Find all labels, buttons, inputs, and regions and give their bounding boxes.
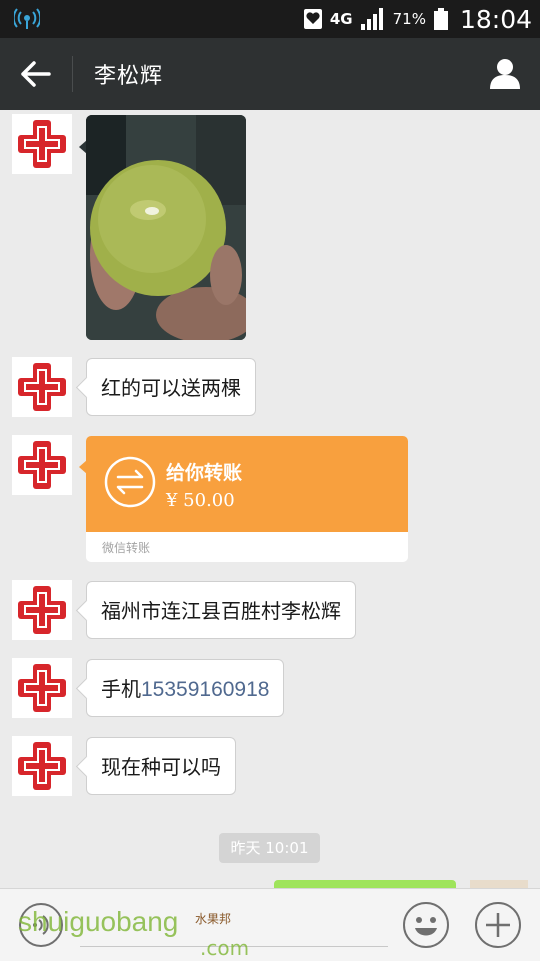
transfer-message[interactable]: 给你转账 ¥ 50.00 微信转账 xyxy=(86,436,408,562)
red-cross-icon xyxy=(12,435,72,495)
watermark-cn: 水果邦 xyxy=(195,912,232,926)
clock: 18:04 xyxy=(459,4,532,34)
red-cross-icon xyxy=(12,357,72,417)
red-cross-icon xyxy=(12,658,72,718)
transfer-arrows-icon xyxy=(104,456,156,508)
fruit-photo xyxy=(86,115,246,340)
back-arrow-icon[interactable] xyxy=(18,58,54,90)
message-text: 福州市连江县百胜村李松辉 xyxy=(101,599,341,623)
network-type: 4G xyxy=(329,9,353,28)
battery-icon xyxy=(433,8,448,30)
phone-number-link[interactable]: 15359160918 xyxy=(141,678,269,701)
person-icon[interactable] xyxy=(488,56,522,90)
contact-avatar[interactable] xyxy=(12,580,72,640)
emoji-icon[interactable] xyxy=(402,901,450,949)
transfer-source-label: 微信转账 xyxy=(102,541,151,555)
message-text: 红的可以送两棵 xyxy=(101,376,241,400)
chat-header: 李松辉 xyxy=(0,38,540,110)
red-cross-icon xyxy=(12,580,72,640)
contact-avatar[interactable] xyxy=(12,357,72,417)
heart-notification-icon xyxy=(303,9,322,29)
red-cross-icon xyxy=(12,736,72,796)
text-message[interactable]: 现在种可以吗 xyxy=(86,737,236,795)
page-title: 李松辉 xyxy=(94,64,164,89)
transfer-amount: ¥ 50.00 xyxy=(166,490,235,511)
transfer-title: 给你转账 xyxy=(166,462,243,484)
wifi-broadcast-icon xyxy=(14,8,40,29)
plus-icon[interactable] xyxy=(474,901,522,949)
text-message[interactable]: 福州市连江县百胜村李松辉 xyxy=(86,581,356,639)
cell-signal-icon xyxy=(360,8,383,30)
battery-percent: 71% xyxy=(392,10,426,28)
text-message[interactable]: 红的可以送两棵 xyxy=(86,358,256,416)
watermark: shuiguobang xyxy=(18,906,179,937)
contact-avatar[interactable] xyxy=(12,658,72,718)
image-message[interactable] xyxy=(86,115,246,340)
transfer-card: 给你转账 ¥ 50.00 xyxy=(86,436,408,532)
header-divider xyxy=(72,56,73,92)
status-bar: 4G 71% 18:04 xyxy=(0,0,540,38)
contact-avatar[interactable] xyxy=(12,435,72,495)
message-text-prefix: 手机 xyxy=(101,677,141,701)
watermark-suffix: .com xyxy=(200,936,250,960)
timestamp: 昨天 10:01 xyxy=(219,833,320,863)
contact-avatar[interactable] xyxy=(12,736,72,796)
message-text: 现在种可以吗 xyxy=(101,755,221,779)
text-message[interactable]: 手机15359160918 xyxy=(86,659,285,717)
contact-avatar[interactable] xyxy=(12,114,72,174)
red-cross-icon xyxy=(12,114,72,174)
